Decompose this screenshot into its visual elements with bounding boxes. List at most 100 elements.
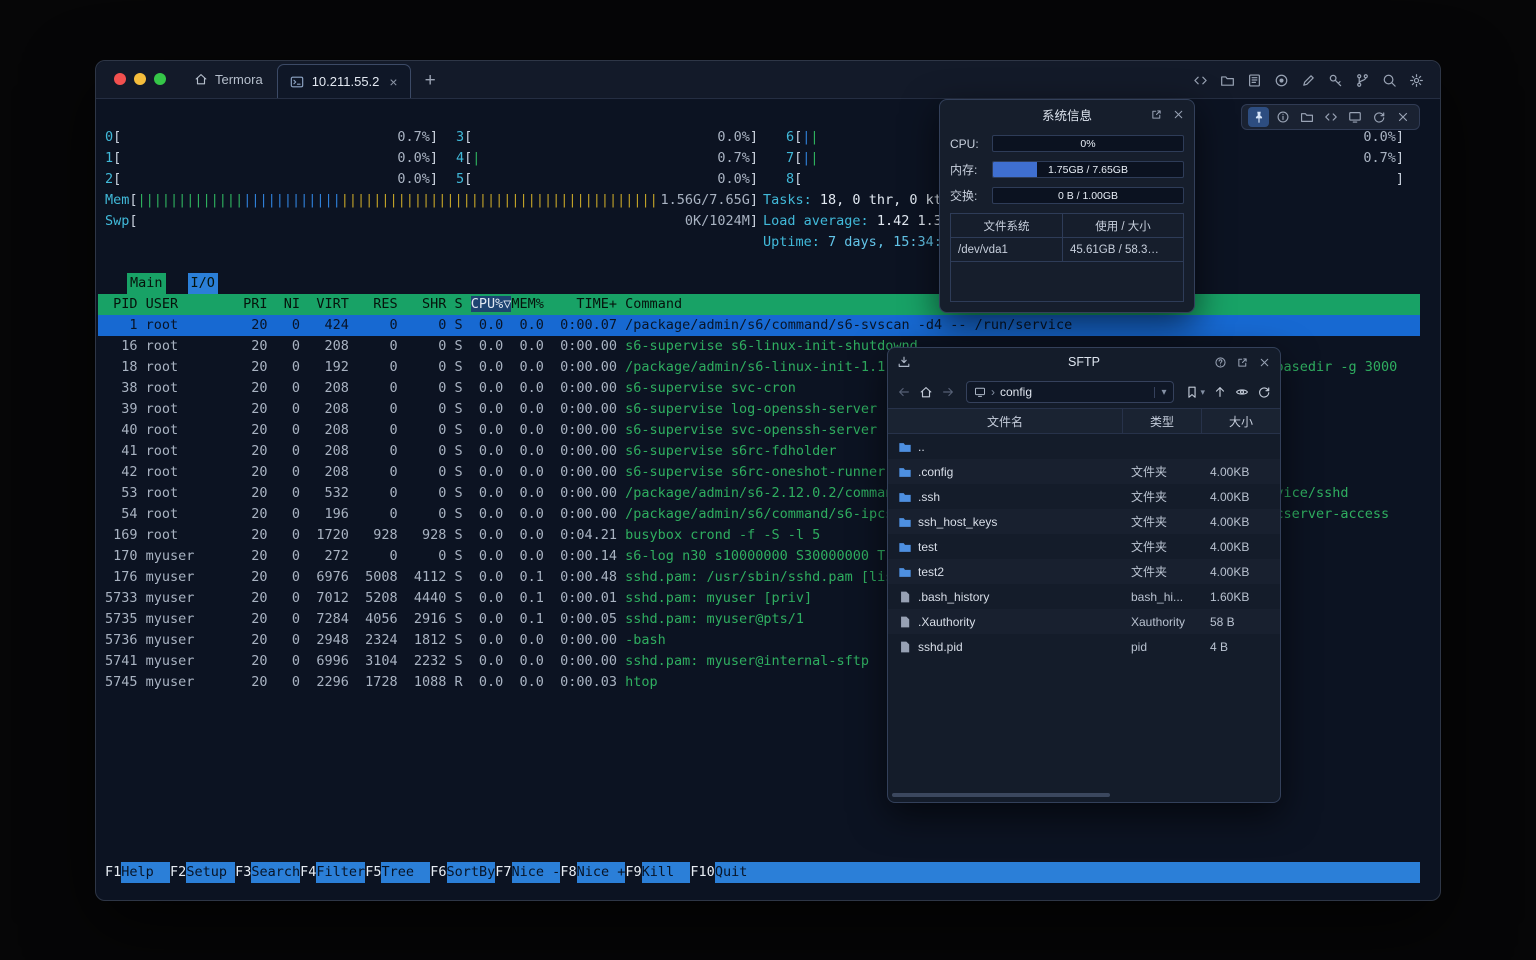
process-row[interactable]: 1 root 20 0 424 0 0 S 0.0 0.0 0:00.07 /p… bbox=[98, 315, 1420, 336]
refresh-icon[interactable] bbox=[1257, 385, 1271, 399]
fkey-sortby[interactable]: F6SortBy bbox=[430, 862, 495, 883]
panel-title: SFTP bbox=[1068, 355, 1100, 369]
open-in-window-icon[interactable] bbox=[1236, 356, 1249, 369]
memory-meter-label: Mem bbox=[105, 190, 129, 211]
swap-meter: Swp[0K/1024M] bbox=[105, 211, 758, 232]
swap-row: Swp[0K/1024M] Load average: 1.42 1.38 1.… bbox=[98, 211, 1420, 232]
back-icon[interactable] bbox=[897, 385, 911, 399]
swap-meter-value: 0K/1024M bbox=[685, 211, 750, 232]
download-icon[interactable] bbox=[897, 355, 911, 369]
process-table-header[interactable]: PID USER PRI NI VIRT RES SHR S CPU%▽MEM%… bbox=[98, 294, 1420, 315]
chevron-down-icon: ▾ bbox=[1200, 387, 1205, 398]
app-tab[interactable]: Termora bbox=[180, 60, 277, 98]
session-tab[interactable]: 10.211.55.2 × bbox=[277, 64, 411, 98]
bookmarks-button[interactable]: ▾ bbox=[1185, 385, 1205, 399]
notebook-icon[interactable] bbox=[1244, 70, 1264, 90]
open-in-window-icon[interactable] bbox=[1150, 108, 1163, 121]
sort-column-cpu[interactable]: CPU%▽ bbox=[471, 296, 512, 312]
session-tab-label: 10.211.55.2 bbox=[312, 74, 380, 89]
cpu-meter-row: 1[0.0%]4[|0.7%]7[||0.7%] bbox=[98, 148, 1420, 169]
zoom-window-button[interactable] bbox=[154, 73, 166, 85]
record-icon[interactable] bbox=[1271, 70, 1291, 90]
column-type[interactable]: 类型 bbox=[1123, 409, 1202, 433]
horizontal-scrollbar[interactable] bbox=[892, 793, 1110, 797]
show-hidden-icon[interactable] bbox=[1235, 385, 1249, 399]
bookmark-icon bbox=[1185, 385, 1199, 399]
column-size[interactable]: 大小 bbox=[1202, 409, 1280, 433]
file-row[interactable]: test文件夹4.00KB bbox=[888, 534, 1280, 559]
forward-icon[interactable] bbox=[941, 385, 955, 399]
branch-icon[interactable] bbox=[1352, 70, 1372, 90]
close-tab-icon[interactable]: × bbox=[389, 74, 397, 90]
app-tab-label: Termora bbox=[215, 72, 263, 87]
close-window-button[interactable] bbox=[114, 73, 126, 85]
fkey-search[interactable]: F3Search bbox=[235, 862, 300, 883]
fkey-setup[interactable]: F2Setup bbox=[170, 862, 235, 883]
cpu-usage-bar: 0% bbox=[992, 135, 1184, 152]
file-row[interactable]: test2文件夹4.00KB bbox=[888, 559, 1280, 584]
column-filename[interactable]: 文件名 bbox=[888, 409, 1123, 433]
fkey-nice-[interactable]: F8Nice + bbox=[560, 862, 625, 883]
fkey-nice-[interactable]: F7Nice - bbox=[495, 862, 560, 883]
new-tab-button[interactable]: + bbox=[425, 70, 436, 92]
sftp-toolbar: › config ▾ ▾ bbox=[888, 376, 1280, 408]
pin-icon[interactable] bbox=[1248, 107, 1269, 127]
function-bar-filler bbox=[764, 862, 1420, 883]
swap-usage-bar: 0 B / 1.00GB bbox=[992, 187, 1184, 204]
settings-icon[interactable] bbox=[1406, 70, 1426, 90]
cpu-meter-2: 2[0.0%] bbox=[105, 169, 438, 190]
cpu-label: CPU: bbox=[950, 137, 992, 151]
code-icon[interactable] bbox=[1320, 107, 1341, 127]
fkey-filter[interactable]: F4Filter bbox=[300, 862, 365, 883]
info-icon[interactable] bbox=[1272, 107, 1293, 127]
memory-row: Mem[||||||||||||||||||||||||||||||||||||… bbox=[98, 190, 1420, 211]
file-list: ...config文件夹4.00KB.ssh文件夹4.00KBssh_host_… bbox=[888, 434, 1280, 660]
file-icon bbox=[898, 590, 912, 604]
file-table-header[interactable]: 文件名 类型 大小 bbox=[888, 408, 1280, 434]
file-row[interactable]: .config文件夹4.00KB bbox=[888, 459, 1280, 484]
cpu-meter-row: 2[0.0%]5[0.0%]8[] bbox=[98, 169, 1420, 190]
help-icon[interactable] bbox=[1214, 356, 1227, 369]
file-row[interactable]: sshd.pidpid4 B bbox=[888, 634, 1280, 659]
close-panel-icon[interactable] bbox=[1258, 356, 1271, 369]
minimize-window-button[interactable] bbox=[134, 73, 146, 85]
cpu-meter-1: 1[0.0%] bbox=[105, 148, 438, 169]
cpu-meter-4: 4[|0.7%] bbox=[456, 148, 758, 169]
folder-icon[interactable] bbox=[1217, 70, 1237, 90]
folder-icon[interactable] bbox=[1296, 107, 1317, 127]
fkey-kill[interactable]: F9Kill bbox=[625, 862, 690, 883]
fkey-quit[interactable]: F10Quit bbox=[690, 862, 763, 883]
monitor-icon[interactable] bbox=[1344, 107, 1365, 127]
cpu-meter-3: 3[0.0%] bbox=[456, 127, 758, 148]
fkey-help[interactable]: F1Help bbox=[98, 862, 170, 883]
key-icon[interactable] bbox=[1325, 70, 1345, 90]
tab-main[interactable]: Main bbox=[127, 273, 166, 294]
folder-icon bbox=[898, 540, 912, 554]
file-row[interactable]: .ssh文件夹4.00KB bbox=[888, 484, 1280, 509]
close-panel-icon[interactable] bbox=[1172, 108, 1185, 121]
home-icon[interactable] bbox=[919, 385, 933, 399]
parent-directory-icon[interactable] bbox=[1213, 385, 1227, 399]
file-row[interactable]: .XauthorityXauthority58 B bbox=[888, 609, 1280, 634]
fkey-tree[interactable]: F5Tree bbox=[365, 862, 430, 883]
refresh-icon[interactable] bbox=[1368, 107, 1389, 127]
file-row[interactable]: .. bbox=[888, 434, 1280, 459]
sftp-titlebar: SFTP bbox=[888, 348, 1280, 376]
terminal-icon bbox=[290, 75, 304, 89]
code-icon[interactable] bbox=[1190, 70, 1210, 90]
chevron-down-icon: ▾ bbox=[1154, 387, 1166, 398]
folder-icon bbox=[898, 515, 912, 529]
folder-icon bbox=[898, 565, 912, 579]
file-row[interactable]: .bash_historybash_hi...1.60KB bbox=[888, 584, 1280, 609]
cpu-meter-row: 0[0.7%]3[0.0%]6[||0.0%] bbox=[98, 127, 1420, 148]
swap-label: 交换: bbox=[950, 187, 992, 204]
search-icon[interactable] bbox=[1379, 70, 1399, 90]
close-icon[interactable] bbox=[1392, 107, 1413, 127]
cpu-meter-0: 0[0.7%] bbox=[105, 127, 438, 148]
tab-io[interactable]: I/O bbox=[188, 273, 218, 294]
file-row[interactable]: ssh_host_keys文件夹4.00KB bbox=[888, 509, 1280, 534]
path-selector[interactable]: › config ▾ bbox=[966, 381, 1174, 403]
memory-label: 内存: bbox=[950, 161, 992, 178]
edit-icon[interactable] bbox=[1298, 70, 1318, 90]
memory-meter: Mem[||||||||||||||||||||||||||||||||||||… bbox=[105, 190, 758, 211]
